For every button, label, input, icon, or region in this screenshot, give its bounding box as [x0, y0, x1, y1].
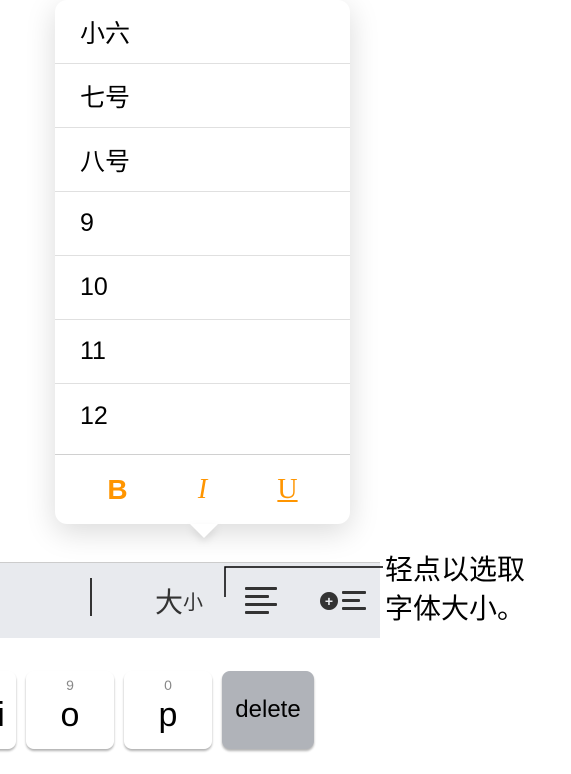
key-main: i — [0, 696, 5, 735]
keyboard-row: i 9 o 0 p delete — [0, 650, 380, 770]
size-option[interactable]: 12 — [55, 384, 350, 448]
size-option[interactable]: 七号 — [55, 64, 350, 128]
callout-text-line1: 轻点以选取 — [385, 550, 525, 589]
size-label: 七号 — [80, 78, 130, 114]
callout-text-line2: 字体大小。 — [385, 589, 525, 628]
key-main: delete — [235, 696, 300, 724]
size-option[interactable]: 10 — [55, 256, 350, 320]
size-label: 小六 — [80, 14, 130, 50]
size-label-small: 小 — [183, 586, 203, 615]
key-main: o — [61, 696, 80, 735]
font-size-popover: 小六 七号 八号 9 10 11 12 B I U — [55, 0, 350, 524]
text-cursor — [90, 578, 92, 616]
size-label: 10 — [80, 273, 108, 302]
underline-button[interactable]: U — [258, 474, 318, 506]
font-size-list: 小六 七号 八号 9 10 11 12 — [55, 0, 350, 454]
callout-line — [225, 565, 385, 600]
popover-tail — [190, 524, 218, 538]
font-size-button[interactable]: 大小 — [155, 581, 203, 621]
key-o[interactable]: 9 o — [26, 671, 114, 749]
format-toolbar: B I U — [55, 454, 350, 524]
size-label: 11 — [80, 337, 106, 366]
italic-button[interactable]: I — [173, 474, 233, 506]
key-i[interactable]: i — [0, 671, 16, 749]
size-option[interactable]: 小六 — [55, 0, 350, 64]
size-label: 9 — [80, 209, 94, 238]
bold-button[interactable]: B — [88, 474, 148, 506]
size-label-large: 大 — [155, 581, 183, 621]
key-main: p — [159, 696, 178, 735]
size-option[interactable]: 9 — [55, 192, 350, 256]
key-sub: 9 — [66, 677, 74, 693]
size-option[interactable]: 11 — [55, 320, 350, 384]
size-label: 12 — [80, 402, 108, 431]
key-delete[interactable]: delete — [222, 671, 314, 749]
key-p[interactable]: 0 p — [124, 671, 212, 749]
size-label: 八号 — [80, 142, 130, 178]
callout: 轻点以选取 字体大小。 — [385, 550, 525, 628]
key-sub: 0 — [164, 677, 172, 693]
size-option[interactable]: 八号 — [55, 128, 350, 192]
